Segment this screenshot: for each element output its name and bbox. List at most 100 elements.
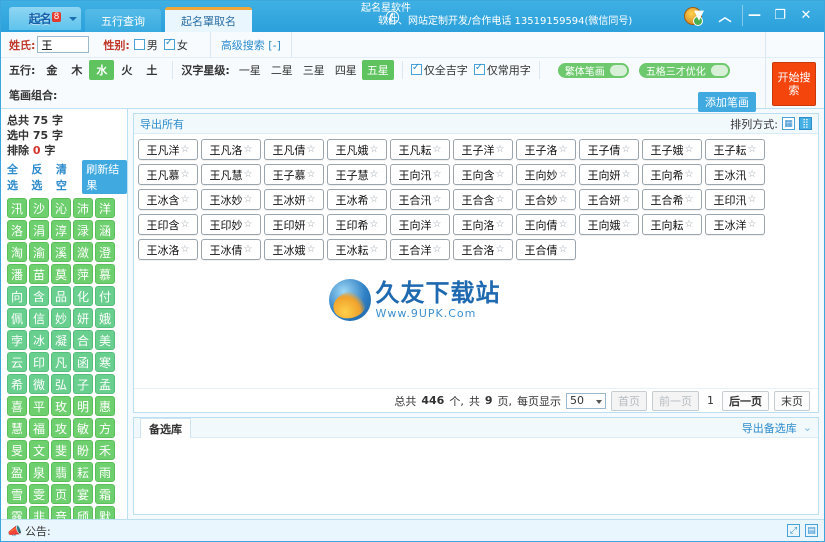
checkbox-female-icon[interactable] [163, 37, 175, 50]
name-card[interactable]: 王向妙 ☆ [516, 164, 576, 185]
app-logo[interactable]: 起名 8 [9, 7, 81, 30]
name-card[interactable]: 王凡慧 ☆ [201, 164, 261, 185]
character-tile[interactable]: 敏 [73, 418, 93, 438]
character-tile[interactable]: 向 [7, 286, 27, 306]
minimize-button[interactable]: — [742, 5, 766, 26]
favorite-star-icon[interactable]: ☆ [685, 219, 694, 230]
name-card[interactable]: 王凡娥 ☆ [327, 139, 387, 160]
name-card[interactable]: 王子洋 ☆ [453, 139, 513, 160]
character-tile[interactable]: 涵 [95, 220, 115, 240]
only-lucky-option[interactable]: 仅全吉字 [410, 62, 468, 78]
star-option-4[interactable]: 四星 [330, 62, 362, 78]
character-tile[interactable]: 萍 [73, 264, 93, 284]
per-page-select[interactable]: 50 [566, 392, 606, 409]
character-tile[interactable]: 雪 [7, 484, 27, 504]
name-card[interactable]: 王印希 ☆ [327, 214, 387, 235]
favorite-star-icon[interactable]: ☆ [433, 219, 442, 230]
chevron-down-icon[interactable]: ⌄ [803, 421, 812, 434]
name-card[interactable]: 王子娥 ☆ [642, 139, 702, 160]
name-card[interactable]: 王向洛 ☆ [453, 214, 513, 235]
wuxing-option-tu[interactable]: 土 [139, 62, 164, 78]
character-tile[interactable]: 汛 [7, 198, 27, 218]
character-tile[interactable]: 弘 [51, 374, 71, 394]
favorite-star-icon[interactable]: ☆ [748, 194, 757, 205]
next-page-button[interactable]: 后一页 [722, 390, 769, 411]
name-card[interactable]: 王向洋 ☆ [390, 214, 450, 235]
name-card[interactable]: 王向娥 ☆ [579, 214, 639, 235]
select-all-link[interactable]: 全选 [7, 161, 25, 193]
favorite-star-icon[interactable]: ☆ [307, 219, 316, 230]
name-card[interactable]: 王凡慕 ☆ [138, 164, 198, 185]
character-tile[interactable]: 微 [29, 374, 49, 394]
favorite-star-icon[interactable]: ☆ [370, 244, 379, 255]
name-card[interactable]: 王合洛 ☆ [453, 239, 513, 260]
clear-selection-link[interactable]: 清空 [56, 161, 74, 193]
character-tile[interactable]: 洛 [7, 220, 27, 240]
character-tile[interactable]: 洋 [95, 198, 115, 218]
name-card[interactable]: 王合汛 ☆ [390, 189, 450, 210]
close-button[interactable]: ✕ [794, 5, 818, 26]
wuxing-option-shui[interactable]: 水 [89, 60, 115, 80]
character-tile[interactable]: 寒 [95, 352, 115, 372]
favorite-star-icon[interactable]: ☆ [370, 194, 379, 205]
character-tile[interactable]: 合 [73, 330, 93, 350]
favorite-star-icon[interactable]: ☆ [370, 144, 379, 155]
character-tile[interactable]: 佩 [7, 308, 27, 328]
favorite-star-icon[interactable]: ☆ [622, 144, 631, 155]
surname-input[interactable] [37, 36, 90, 53]
favorite-star-icon[interactable]: ☆ [244, 144, 253, 155]
favorite-star-icon[interactable]: ☆ [685, 194, 694, 205]
favorite-star-icon[interactable]: ☆ [559, 144, 568, 155]
favorite-star-icon[interactable]: ☆ [685, 144, 694, 155]
wuxing-option-huo[interactable]: 火 [114, 62, 139, 78]
name-card[interactable]: 王印妍 ☆ [264, 214, 324, 235]
character-tile[interactable]: 玫 [51, 396, 71, 416]
character-tile[interactable]: 慧 [7, 418, 27, 438]
checkbox-lucky-icon[interactable] [410, 62, 422, 75]
name-card[interactable]: 王合倩 ☆ [516, 239, 576, 260]
refresh-results-button[interactable]: 刷新结果 [82, 160, 128, 194]
character-tile[interactable]: 付 [95, 286, 115, 306]
export-all-link[interactable]: 导出所有 [140, 116, 184, 132]
character-tile[interactable]: 雯 [29, 484, 49, 504]
character-tile[interactable]: 沛 [73, 198, 93, 218]
name-card[interactable]: 王冰妍 ☆ [264, 189, 324, 210]
favorite-star-icon[interactable]: ☆ [622, 219, 631, 230]
favorite-star-icon[interactable]: ☆ [748, 219, 757, 230]
name-card[interactable]: 王合妍 ☆ [579, 189, 639, 210]
favorite-star-icon[interactable]: ☆ [433, 244, 442, 255]
favorite-star-icon[interactable]: ☆ [433, 169, 442, 180]
character-tile[interactable]: 印 [29, 352, 49, 372]
name-card[interactable]: 王子慧 ☆ [327, 164, 387, 185]
character-tile[interactable]: 攻 [51, 418, 71, 438]
grid-view-icon[interactable]: ▦ [782, 117, 795, 130]
star-option-5[interactable]: 五星 [361, 60, 394, 80]
character-tile[interactable]: 妍 [73, 308, 93, 328]
favorite-star-icon[interactable]: ☆ [496, 194, 505, 205]
character-tile[interactable]: 子 [73, 374, 93, 394]
character-tile[interactable]: 潘 [7, 264, 27, 284]
tab-wuxing-query[interactable]: 五行查询 [85, 9, 161, 32]
add-stroke-button[interactable]: 添加笔画 [698, 92, 756, 112]
character-tile[interactable]: 函 [73, 352, 93, 372]
name-card[interactable]: 王子洛 ☆ [516, 139, 576, 160]
character-tile[interactable]: 溪 [51, 242, 71, 262]
name-card[interactable]: 王冰希 ☆ [327, 189, 387, 210]
character-tile[interactable]: 渝 [29, 242, 49, 262]
name-card[interactable]: 王子慕 ☆ [264, 164, 324, 185]
name-card[interactable]: 王冰娥 ☆ [264, 239, 324, 260]
character-tile[interactable]: 翡 [51, 462, 71, 482]
favorite-star-icon[interactable]: ☆ [496, 219, 505, 230]
chevron-down-icon[interactable] [69, 17, 77, 21]
name-card[interactable]: 王向含 ☆ [453, 164, 513, 185]
gender-male-option[interactable]: 男 [133, 37, 158, 53]
character-tile[interactable]: 美 [95, 330, 115, 350]
favorite-star-icon[interactable]: ☆ [559, 169, 568, 180]
character-tile[interactable]: 泉 [29, 462, 49, 482]
character-tile[interactable]: 涓 [29, 220, 49, 240]
character-tile[interactable]: 沙 [29, 198, 49, 218]
name-card[interactable]: 王印汛 ☆ [705, 189, 765, 210]
character-tile[interactable]: 页 [51, 484, 71, 504]
favorite-star-icon[interactable]: ☆ [181, 244, 190, 255]
name-card[interactable]: 王印含 ☆ [138, 214, 198, 235]
